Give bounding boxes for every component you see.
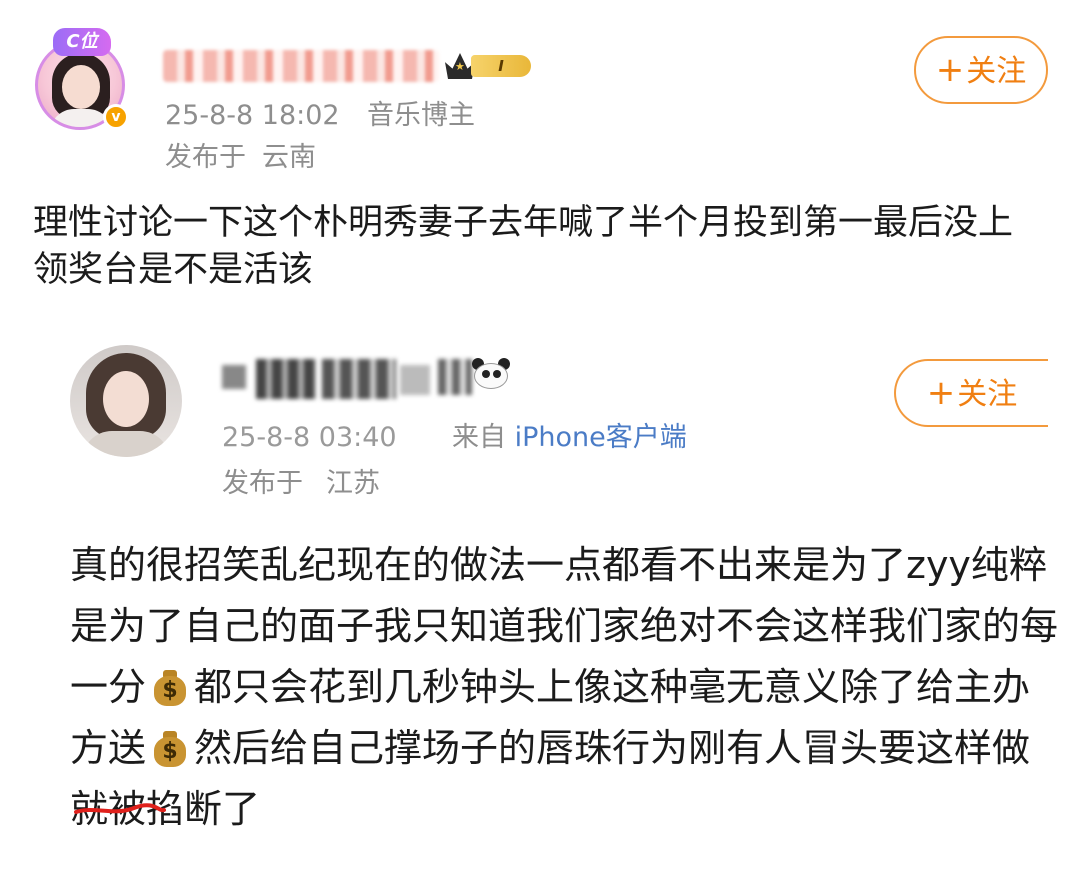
plus-icon: + bbox=[926, 373, 956, 413]
location-label: 发布于 bbox=[222, 468, 303, 499]
location-value: 江苏 bbox=[326, 468, 380, 499]
post-time: 25-8-8 18:02 bbox=[165, 100, 340, 131]
user-role: 音乐博主 bbox=[367, 100, 475, 131]
user-avatar[interactable] bbox=[70, 345, 182, 457]
source-client-link[interactable]: iPhone客户端 bbox=[515, 422, 687, 453]
red-scribble bbox=[74, 803, 166, 814]
rank-badge: ★ I bbox=[445, 51, 537, 81]
c-position-badge: C位 bbox=[53, 28, 111, 56]
location-value: 云南 bbox=[262, 142, 316, 173]
redacted-text: 唇珠 bbox=[536, 726, 613, 770]
follow-button[interactable]: +关注 bbox=[914, 36, 1048, 104]
follow-button[interactable]: +关注 bbox=[894, 359, 1048, 427]
username-redacted[interactable] bbox=[163, 50, 439, 82]
post-source: 来自 iPhone客户端 bbox=[452, 422, 687, 454]
username-redacted[interactable] bbox=[222, 355, 512, 403]
user-avatar[interactable]: C位 v bbox=[33, 28, 129, 136]
post-time: 25-8-8 03:40 bbox=[222, 422, 397, 453]
post-body: 理性讨论一下这个朴明秀妻子去年喊了半个月投到第一最后没上领奖台是不是活该 bbox=[33, 203, 1014, 290]
verified-icon: v bbox=[103, 104, 129, 130]
money-bag-icon: $ bbox=[152, 666, 188, 706]
source-label: 来自 bbox=[452, 422, 506, 453]
plus-icon: + bbox=[935, 50, 965, 90]
location-label: 发布于 bbox=[165, 142, 246, 173]
post-body: 真的很招笑乱纪现在的做法一点都看不出来是为了zyy纯粹是为了自己的面子我只知道我… bbox=[70, 543, 1059, 831]
money-bag-icon: $ bbox=[152, 727, 188, 767]
panda-icon bbox=[470, 358, 512, 390]
level-tag: I bbox=[471, 55, 531, 77]
